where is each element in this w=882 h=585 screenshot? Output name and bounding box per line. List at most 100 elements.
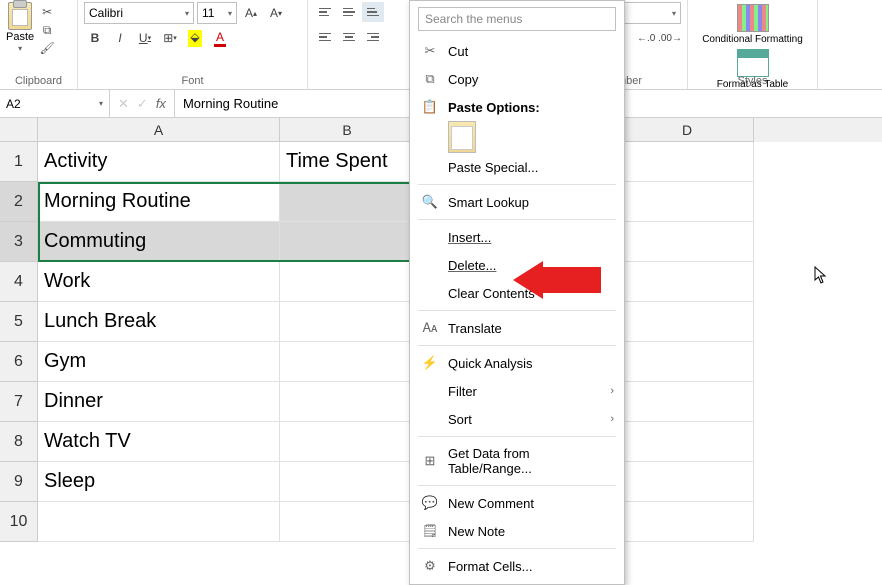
shrink-font-button[interactable]: A▾ xyxy=(265,2,287,24)
cell[interactable] xyxy=(621,262,754,302)
cell[interactable] xyxy=(38,502,280,542)
cell[interactable] xyxy=(621,142,754,182)
cell[interactable]: Watch TV xyxy=(38,422,280,462)
context-new-comment[interactable]: 💬New Comment xyxy=(410,489,624,517)
row-header[interactable]: 1 xyxy=(0,142,38,182)
select-all-corner[interactable] xyxy=(0,118,38,142)
cell[interactable]: Lunch Break xyxy=(38,302,280,342)
cut-icon: ✂ xyxy=(422,43,438,59)
cell[interactable] xyxy=(621,502,754,542)
row-header[interactable]: 5 xyxy=(0,302,38,342)
comment-icon: 💬 xyxy=(422,495,438,511)
context-translate[interactable]: 🗛Translate xyxy=(410,314,624,342)
row-header[interactable]: 3 xyxy=(0,222,38,262)
format-table-icon xyxy=(737,49,769,77)
align-center-button[interactable] xyxy=(338,27,360,47)
cell[interactable] xyxy=(280,382,415,422)
row-header[interactable]: 2 xyxy=(0,182,38,222)
row-header[interactable]: 9 xyxy=(0,462,38,502)
font-name-combo[interactable]: Calibri▾ xyxy=(84,2,194,24)
context-insert[interactable]: Insert... xyxy=(410,223,624,251)
fx-icon[interactable]: fx xyxy=(156,96,166,111)
row-header[interactable]: 10 xyxy=(0,502,38,542)
increase-decimal-button[interactable]: ←.0 xyxy=(635,27,657,49)
context-smart-lookup[interactable]: 🔍Smart Lookup xyxy=(410,188,624,216)
translate-icon: 🗛 xyxy=(422,320,438,336)
search-icon: 🔍 xyxy=(422,194,438,210)
cell[interactable] xyxy=(280,502,415,542)
grow-font-button[interactable]: A▴ xyxy=(240,2,262,24)
context-cut[interactable]: ✂Cut xyxy=(410,37,624,65)
decrease-decimal-button[interactable]: .00→ xyxy=(659,27,681,49)
underline-button[interactable]: U▾ xyxy=(134,27,156,49)
conditional-formatting-button[interactable]: Conditional Formatting xyxy=(694,2,811,47)
cell[interactable] xyxy=(621,382,754,422)
cell[interactable]: Gym xyxy=(38,342,280,382)
italic-button[interactable]: I xyxy=(109,27,131,49)
row-header[interactable]: 8 xyxy=(0,422,38,462)
cell[interactable]: Work xyxy=(38,262,280,302)
context-quick-analysis[interactable]: ⚡Quick Analysis xyxy=(410,349,624,377)
align-left-button[interactable] xyxy=(314,27,336,47)
quick-analysis-icon: ⚡ xyxy=(422,355,438,371)
cell[interactable] xyxy=(280,422,415,462)
context-paste-options: 📋Paste Options: xyxy=(410,93,624,121)
cell[interactable] xyxy=(280,182,415,222)
row-header[interactable]: 6 xyxy=(0,342,38,382)
cell[interactable]: Time Spent xyxy=(280,142,415,182)
font-color-button[interactable]: A xyxy=(209,27,231,49)
cell[interactable]: Dinner xyxy=(38,382,280,422)
context-copy[interactable]: ⧉Copy xyxy=(410,65,624,93)
cell[interactable]: Commuting xyxy=(38,222,280,262)
context-delete[interactable]: Delete... xyxy=(410,251,624,279)
cell[interactable] xyxy=(280,462,415,502)
cell[interactable]: Activity xyxy=(38,142,280,182)
divider xyxy=(418,548,616,549)
name-box[interactable]: A2▾ xyxy=(0,90,110,117)
row-header[interactable]: 7 xyxy=(0,382,38,422)
cell[interactable] xyxy=(280,302,415,342)
copy-icon[interactable]: ⧉ xyxy=(38,22,56,38)
cell[interactable] xyxy=(280,222,415,262)
context-new-note[interactable]: 🗒New Note xyxy=(410,517,624,545)
divider xyxy=(418,310,616,311)
cell[interactable]: Sleep xyxy=(38,462,280,502)
align-right-button[interactable] xyxy=(362,27,384,47)
fill-color-button[interactable]: ⬙ xyxy=(184,27,206,49)
paste-option-button[interactable] xyxy=(448,121,476,153)
font-size-combo[interactable]: 11▾ xyxy=(197,2,237,24)
border-button[interactable]: ⊞▾ xyxy=(159,27,181,49)
cancel-formula-icon[interactable]: ✕ xyxy=(118,96,129,112)
context-format-cells[interactable]: ⚙Format Cells... xyxy=(410,552,624,580)
cell[interactable] xyxy=(621,422,754,462)
column-header-d[interactable]: D xyxy=(621,118,754,142)
cell[interactable] xyxy=(621,182,754,222)
cell[interactable]: Morning Routine xyxy=(38,182,280,222)
column-header-a[interactable]: A xyxy=(38,118,280,142)
cell[interactable] xyxy=(621,462,754,502)
divider xyxy=(418,345,616,346)
align-top-button[interactable] xyxy=(314,2,336,22)
divider xyxy=(418,184,616,185)
cell[interactable] xyxy=(280,342,415,382)
context-clear-contents[interactable]: Clear Contents xyxy=(410,279,624,307)
cell[interactable] xyxy=(621,302,754,342)
paste-icon: 📋 xyxy=(422,99,438,115)
bold-button[interactable]: B xyxy=(84,27,106,49)
context-get-data[interactable]: ⊞Get Data from Table/Range... xyxy=(410,440,624,482)
format-painter-icon[interactable]: 🖌 xyxy=(38,40,56,56)
context-search-input[interactable]: Search the menus xyxy=(418,7,616,31)
cell[interactable] xyxy=(280,262,415,302)
conditional-formatting-icon xyxy=(737,4,769,32)
cell[interactable] xyxy=(621,342,754,382)
align-bottom-button[interactable] xyxy=(362,2,384,22)
cell[interactable] xyxy=(621,222,754,262)
row-header[interactable]: 4 xyxy=(0,262,38,302)
align-middle-button[interactable] xyxy=(338,2,360,22)
context-sort[interactable]: Sort› xyxy=(410,405,624,433)
enter-formula-icon[interactable]: ✓ xyxy=(137,96,148,112)
context-paste-special[interactable]: Paste Special... xyxy=(410,153,624,181)
context-filter[interactable]: Filter› xyxy=(410,377,624,405)
cut-icon[interactable]: ✂ xyxy=(38,4,56,20)
column-header-b[interactable]: B xyxy=(280,118,415,142)
